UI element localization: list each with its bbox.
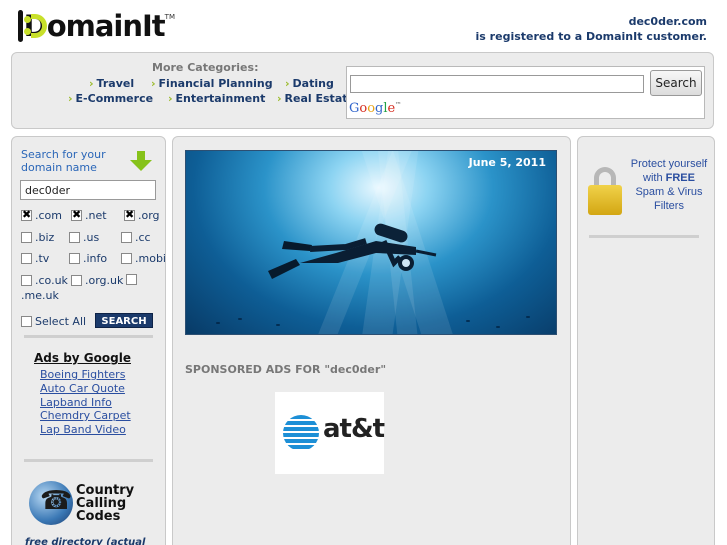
google-brand: Google™ bbox=[349, 101, 402, 116]
category-entertainment[interactable]: Entertainment bbox=[168, 92, 266, 105]
domain-search-button[interactable]: SEARCH bbox=[95, 313, 153, 328]
ads-by-google-title[interactable]: Ads by Google bbox=[34, 351, 131, 365]
scuba-diver-illustration bbox=[268, 223, 437, 279]
tld-tv-checkbox[interactable]: .tv bbox=[21, 252, 49, 265]
domainit-logo[interactable]: DomainIt TM bbox=[18, 9, 175, 43]
category-dating[interactable]: Dating bbox=[285, 77, 334, 90]
right-sidebar: Protect yourself with FREE Spam & Virus … bbox=[577, 136, 715, 545]
tld-cc-checkbox[interactable]: .cc bbox=[121, 231, 151, 244]
ad-link[interactable]: Chemdry Carpet bbox=[40, 409, 131, 422]
main-content: June 5, 2011 SPONSORED ADS FOR "dec0der"… bbox=[172, 136, 571, 545]
sponsored-ads-heading: SPONSORED ADS FOR "dec0der" bbox=[185, 363, 387, 376]
category-e-commerce[interactable]: E-Commerce bbox=[68, 92, 154, 105]
phone-globe-icon[interactable] bbox=[29, 481, 73, 525]
att-globe-icon bbox=[283, 415, 319, 451]
divider bbox=[24, 459, 153, 462]
search-button[interactable]: Search bbox=[650, 70, 702, 96]
hero-image: June 5, 2011 bbox=[185, 150, 557, 335]
tld-me-uk-label: .me.uk bbox=[21, 289, 59, 302]
tld-mobi-checkbox[interactable]: .mobi bbox=[121, 252, 166, 265]
padlock-icon bbox=[586, 167, 626, 215]
att-brand-text: at&t bbox=[323, 414, 385, 444]
tld-org-checkbox[interactable]: .org bbox=[124, 208, 160, 222]
registration-notice: dec0der.com is registered to a DomainIt … bbox=[476, 14, 707, 44]
select-all-checkbox[interactable]: Select All bbox=[21, 315, 86, 328]
ad-link[interactable]: Lap Band Video bbox=[40, 423, 126, 436]
hero-date: June 5, 2011 bbox=[468, 156, 546, 169]
spam-filter-promo[interactable]: Protect yourself with FREE Spam & Virus … bbox=[586, 157, 708, 217]
search-input[interactable] bbox=[350, 75, 644, 93]
category-real-estate[interactable]: Real Estate bbox=[277, 92, 355, 105]
protect-text: Protect yourself with FREE Spam & Virus … bbox=[630, 158, 708, 212]
more-categories-title: More Categories: bbox=[152, 61, 259, 74]
left-sidebar: Search for your domain name .com .net .o… bbox=[11, 136, 166, 545]
tld-info-checkbox[interactable]: .info bbox=[69, 252, 107, 265]
checkbox-checked-icon bbox=[124, 208, 135, 221]
tld-net-checkbox[interactable]: .net bbox=[71, 208, 107, 222]
ad-link[interactable]: Boeing Fighters bbox=[40, 368, 125, 381]
domain-name-input[interactable] bbox=[20, 180, 156, 200]
logo-mark-icon bbox=[18, 10, 47, 42]
registered-domain: dec0der.com bbox=[628, 15, 707, 28]
ad-link[interactable]: Lapband Info bbox=[40, 396, 112, 409]
tld-co-uk-checkbox[interactable]: .co.uk bbox=[21, 274, 68, 287]
att-ad-banner[interactable]: at&t bbox=[275, 392, 385, 474]
free-directory-text: free directory (actual bbox=[25, 537, 146, 545]
category-financial-planning[interactable]: Financial Planning bbox=[151, 77, 273, 90]
checkbox-checked-icon bbox=[21, 208, 32, 221]
top-bar: More Categories: Travel Financial Planni… bbox=[11, 52, 714, 129]
domain-search-title: Search for your domain name bbox=[21, 148, 106, 174]
tld-me-uk-checkbox[interactable] bbox=[126, 274, 140, 285]
divider bbox=[589, 235, 699, 238]
checkbox-checked-icon bbox=[71, 208, 82, 221]
country-calling-codes-link[interactable]: Country Calling Codes bbox=[76, 484, 134, 523]
google-search-box: Search Google™ bbox=[346, 66, 705, 119]
arrow-down-icon bbox=[130, 151, 152, 173]
ad-link[interactable]: Auto Car Quote bbox=[40, 382, 125, 395]
divider bbox=[24, 335, 153, 338]
logo-trademark: TM bbox=[164, 13, 175, 21]
tld-com-checkbox[interactable]: .com bbox=[21, 208, 62, 222]
registered-text: is registered to a DomainIt customer. bbox=[475, 30, 707, 43]
tld-biz-checkbox[interactable]: .biz bbox=[21, 231, 54, 244]
category-travel[interactable]: Travel bbox=[89, 77, 135, 90]
tld-org-uk-checkbox[interactable]: .org.uk bbox=[71, 274, 123, 287]
tld-us-checkbox[interactable]: .us bbox=[69, 231, 99, 244]
